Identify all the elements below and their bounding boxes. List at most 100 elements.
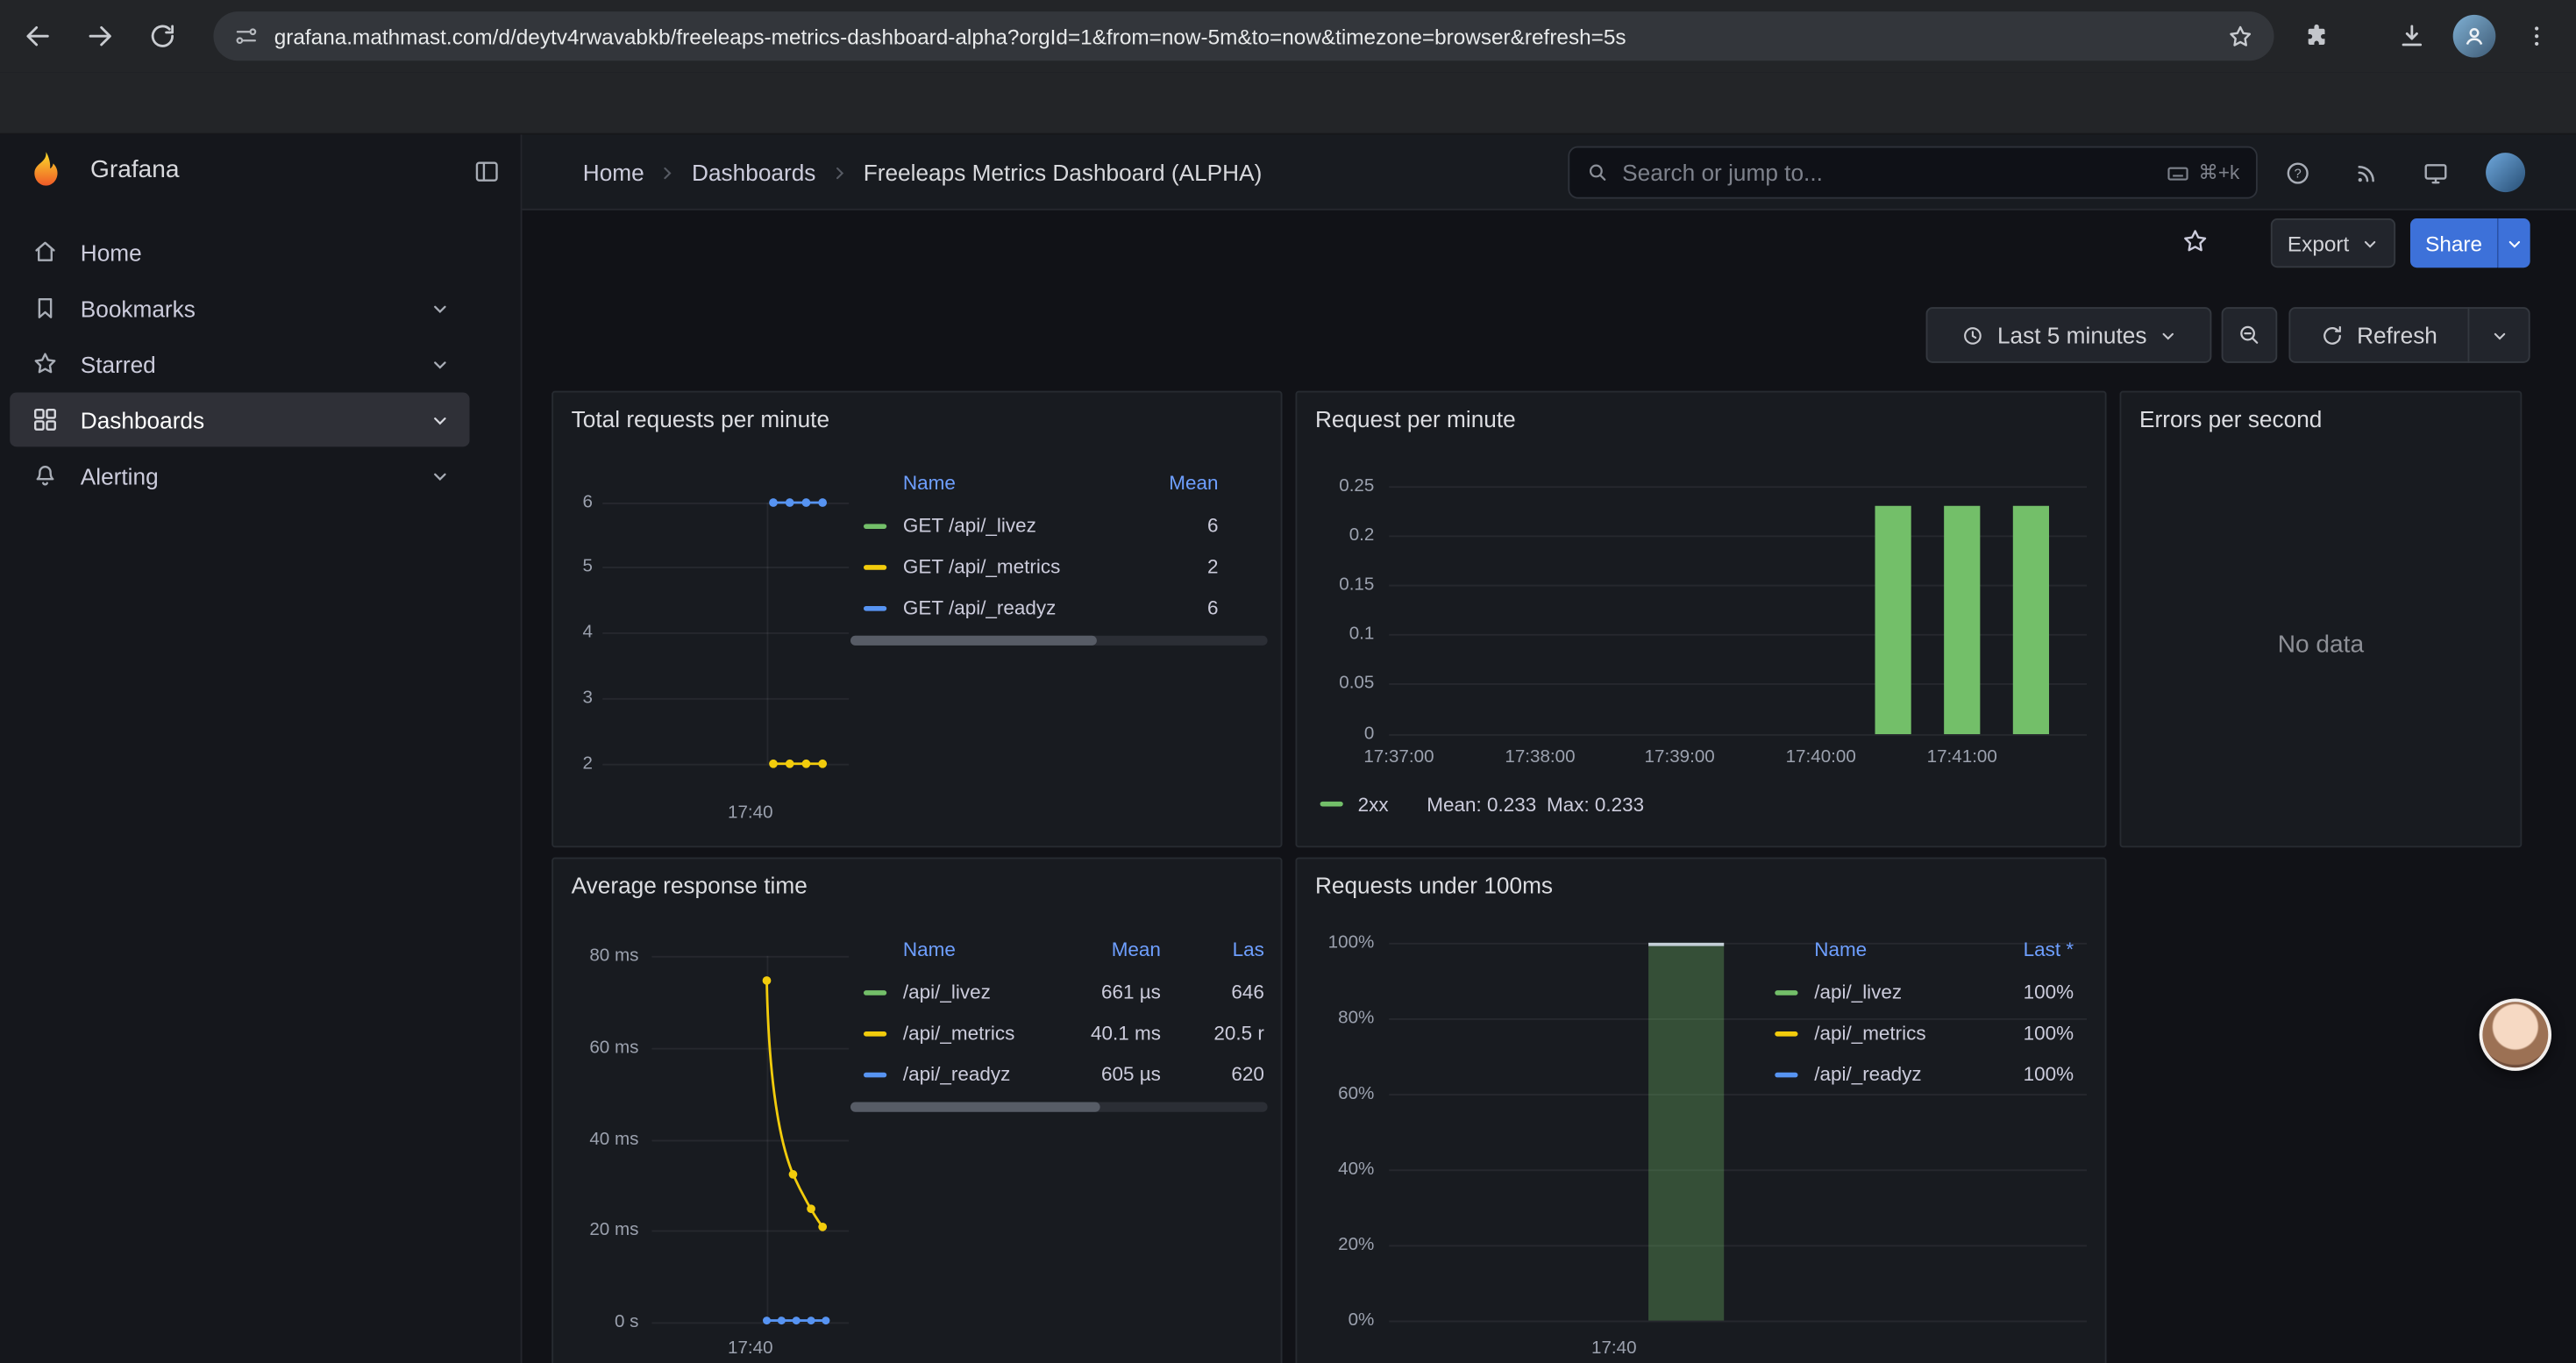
series-swatch-green [864,524,886,529]
legend-header-last[interactable]: Last * [1972,939,2074,960]
main-area: Home Dashboards Freeleaps Metrics Dashbo… [522,135,2576,1363]
sidebar-item-alerting[interactable]: Alerting [10,448,469,503]
legend-header-name[interactable]: Name [903,473,956,494]
grafana-logo[interactable] [26,149,66,189]
bookmarks-bar: Freeleaps 收藏博客 [0,72,2576,134]
help-icon: ? [2283,159,2311,187]
legend-series-name[interactable]: 2xx [1358,795,1389,816]
legend-series-name[interactable]: GET /api/_livez [903,516,1036,537]
share-button[interactable]: Share [2410,218,2497,268]
search-shortcut: ⌘+k [2166,161,2239,185]
share-dropdown-button[interactable] [2497,218,2530,268]
chevron-down-icon [2360,234,2379,253]
sidebar-item-label: Dashboards [81,406,204,432]
omnibox[interactable]: grafana.mathmast.com/d/deytv4rwavabkb/fr… [213,11,2274,61]
search-shortcut-text: ⌘+k [2198,161,2239,184]
bookmark-star-icon[interactable] [2226,22,2254,50]
sidebar-item-starred[interactable]: Starred [10,337,469,391]
legend-series-name[interactable]: /api/_readyz [1814,1064,1921,1085]
legend-series-last: 20.5 r [1163,1024,1264,1045]
dock-panel-icon [473,158,501,186]
breadcrumb-dashboards[interactable]: Dashboards [692,160,815,186]
refresh-interval-dropdown[interactable] [2468,307,2530,363]
legend-series-name[interactable]: /api/_livez [903,982,991,1003]
panel-title[interactable]: Request per minute [1315,406,1516,432]
legend-header-mean[interactable]: Mean [1116,473,1218,494]
breadcrumb-home[interactable]: Home [583,160,644,186]
favorite-dashboard-button[interactable] [2181,226,2210,256]
sidebar: Grafana Home Bookmarks Starred Dashboard… [0,135,522,1363]
sidebar-item-home[interactable]: Home [10,225,469,280]
share-label: Share [2425,231,2482,255]
legend-series-name[interactable]: GET /api/_readyz [903,598,1056,619]
legend-series-mean: 661 µs [1059,982,1161,1003]
panel-title[interactable]: Requests under 100ms [1315,872,1553,898]
dock-menu-button[interactable] [473,158,501,186]
legend-header-last[interactable]: Las [1163,939,1264,960]
downloads-button[interactable] [2386,10,2438,62]
sidebar-item-bookmarks[interactable]: Bookmarks [10,281,469,335]
legend-series-name[interactable]: /api/_readyz [903,1064,1010,1085]
export-button[interactable]: Export [2271,218,2395,268]
forward-button[interactable] [74,10,126,62]
panel-title[interactable]: Errors per second [2139,406,2322,432]
screen: grafana.mathmast.com/d/deytv4rwavabkb/fr… [0,0,2576,1363]
y-tick: 0.1 [1297,624,1374,644]
panel-errors-per-second: Errors per second No data [2120,391,2523,848]
legend-scrollbar-thumb[interactable] [850,1103,1100,1112]
reload-button[interactable] [136,10,189,62]
chevron-down-icon[interactable] [431,466,450,485]
time-range-label: Last 5 minutes [1997,322,2147,348]
legend-scrollbar-thumb[interactable] [850,636,1097,646]
legend-series-name[interactable]: /api/_livez [1814,982,1902,1003]
y-tick: 60% [1297,1084,1374,1103]
back-button[interactable] [11,10,64,62]
time-range-picker[interactable]: Last 5 minutes [1926,307,2212,363]
series-swatch-green [1775,990,1797,995]
help-button[interactable]: ? [2282,158,2312,188]
legend-series-last: 646 [1163,982,1264,1003]
panel-request-per-minute: Request per minute 0.25 0.2 0.15 0.1 0.0… [1295,391,2106,848]
puzzle-icon [2302,21,2331,51]
legend-header-name[interactable]: Name [903,939,956,960]
zoom-out-icon [2236,322,2262,348]
grafana-app: Grafana Home Bookmarks Starred Dashboard… [0,135,2576,1363]
site-info-icon[interactable] [233,23,260,49]
sidebar-item-dashboards[interactable]: Dashboards [10,393,469,447]
panel-requests-under-100ms: Requests under 100ms 100% 80% 60% 40% 20… [1295,857,2106,1363]
chevron-down-icon[interactable] [431,354,450,374]
svg-text:?: ? [2294,167,2301,181]
bar-2xx [1875,506,1911,734]
legend-header-name[interactable]: Name [1814,939,1867,960]
extensions-button[interactable] [2290,10,2343,62]
bell-icon [32,461,60,489]
legend-header-mean[interactable]: Mean [1059,939,1161,960]
url-text[interactable]: grafana.mathmast.com/d/deytv4rwavabkb/fr… [274,24,2212,48]
user-avatar[interactable] [2486,153,2525,192]
news-button[interactable] [2352,158,2381,188]
legend-series-mean: 605 µs [1059,1064,1161,1085]
floating-assistant-avatar[interactable] [2480,999,2551,1071]
browser-menu-button[interactable] [2510,10,2563,62]
y-tick: 0.15 [1297,574,1374,594]
tv-mode-button[interactable] [2420,158,2450,188]
legend-series-name[interactable]: /api/_metrics [903,1024,1014,1045]
search-input[interactable] [1622,160,2153,186]
legend-series-last: 620 [1163,1064,1264,1085]
browser-profile-avatar[interactable] [2453,15,2496,58]
legend-series-name[interactable]: /api/_metrics [1814,1024,1925,1045]
reload-icon [148,21,178,51]
legend-series-name[interactable]: GET /api/_metrics [903,557,1060,578]
x-tick: 17:40 [1575,1338,1654,1358]
bar-100-percent [1648,943,1724,1321]
y-tick: 0.25 [1297,476,1374,496]
refresh-button[interactable]: Refresh [2288,307,2469,363]
chevron-down-icon[interactable] [431,410,450,429]
chevron-right-icon [832,165,847,180]
brand-name: Grafana [90,156,180,184]
zoom-out-time-button[interactable] [2222,307,2278,363]
legend-series-value: 6 [1116,598,1218,619]
keyboard-icon [2166,161,2190,185]
chevron-down-icon[interactable] [431,298,450,318]
series-swatch-yellow [864,565,886,570]
